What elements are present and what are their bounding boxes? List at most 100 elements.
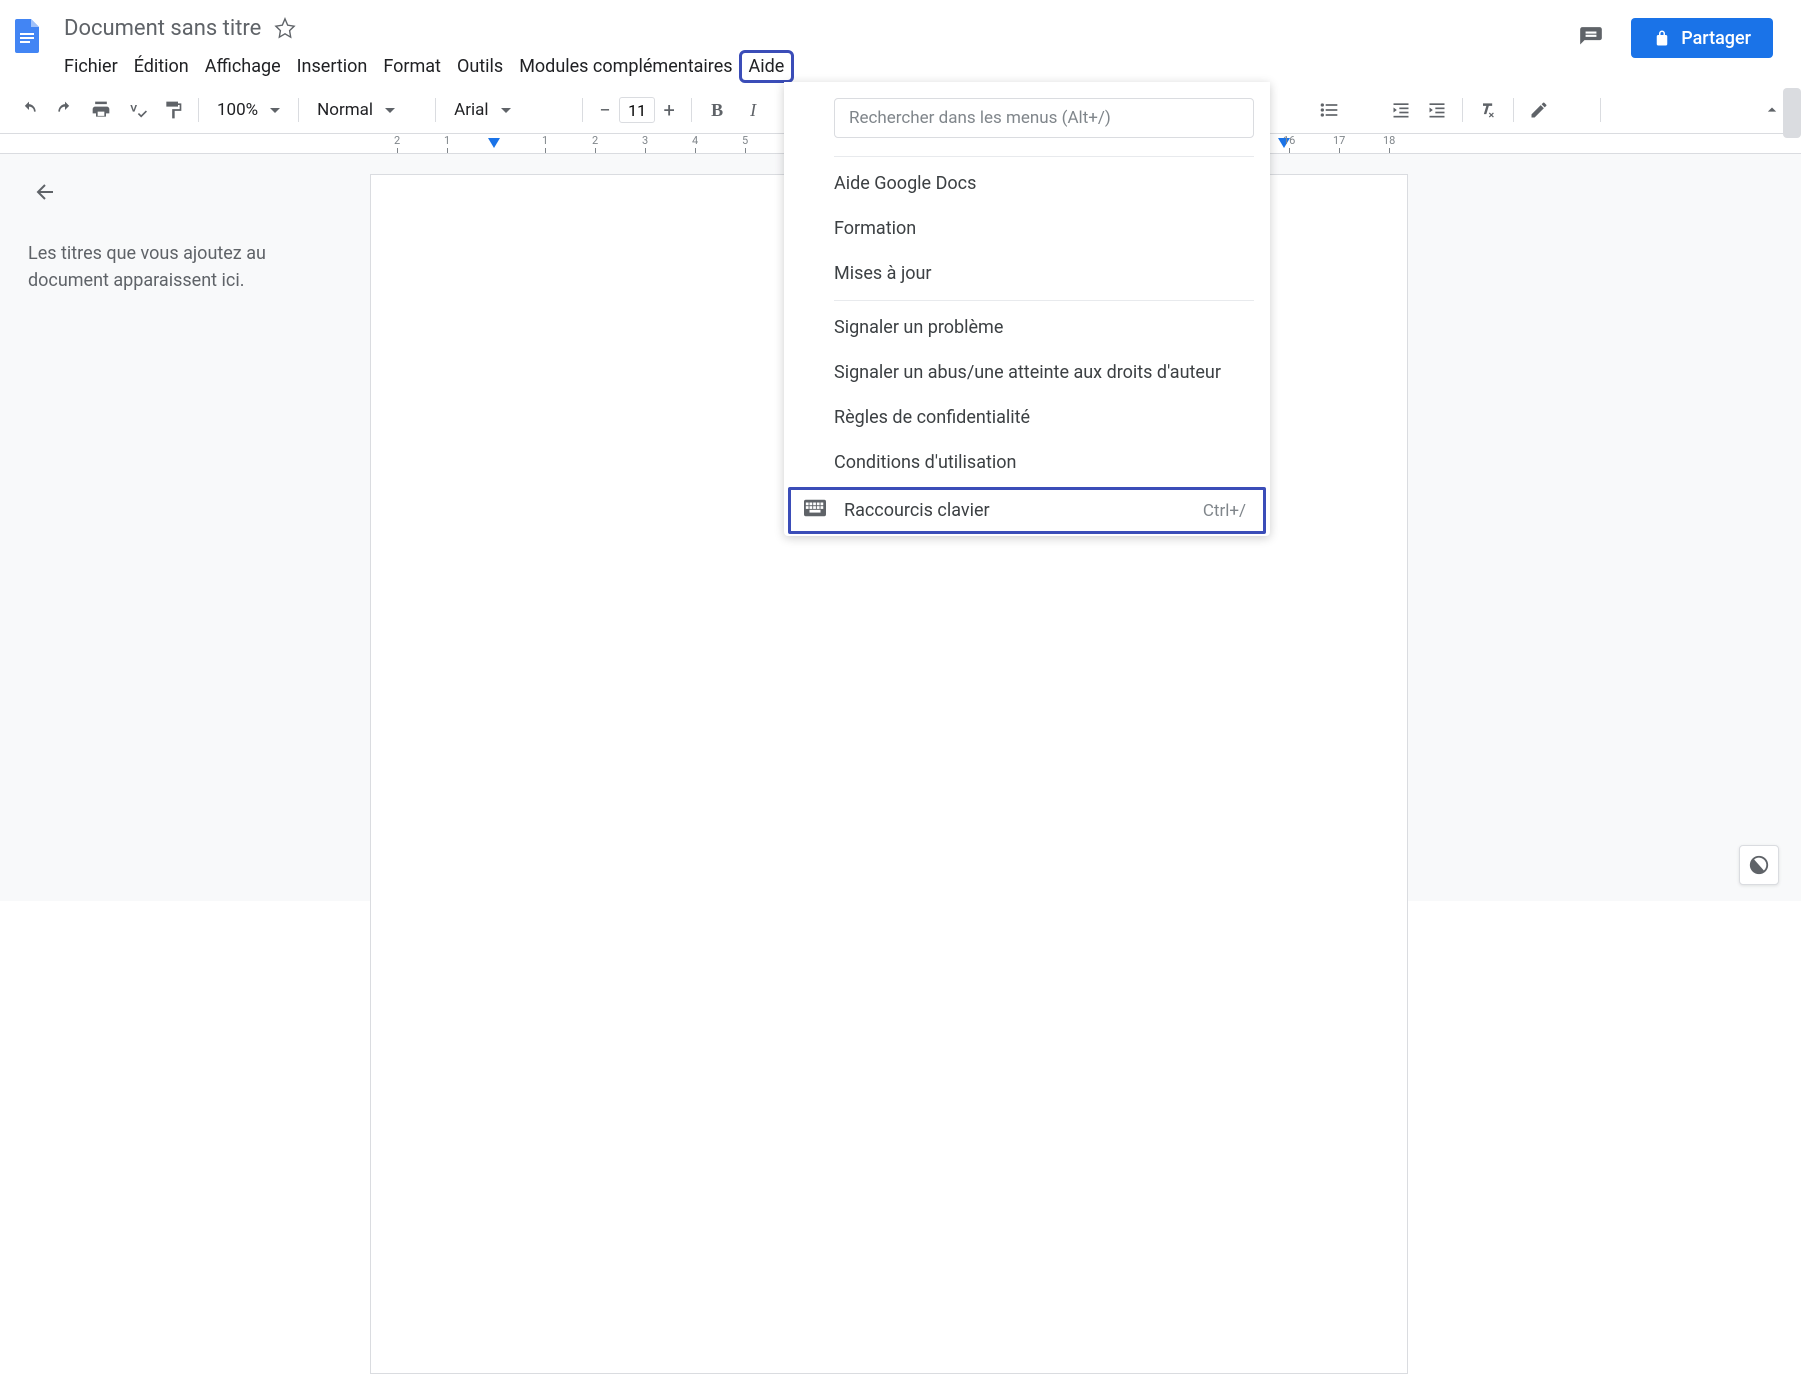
- toolbar-separator: [691, 98, 692, 122]
- help-report-abuse-item[interactable]: Signaler un abus/une atteinte aux droits…: [784, 350, 1270, 395]
- menu-help[interactable]: Aide: [741, 52, 793, 81]
- help-keyboard-shortcuts-item[interactable]: Raccourcis clavier Ctrl+/: [788, 487, 1266, 534]
- list-icon: [1319, 100, 1339, 120]
- menu-separator: [834, 300, 1254, 301]
- explore-icon: [1748, 854, 1770, 876]
- arrow-left-icon: [34, 180, 58, 204]
- paint-roller-icon: [163, 100, 183, 120]
- ruler-tick: 18: [1383, 134, 1395, 147]
- menu-edit[interactable]: Édition: [126, 52, 197, 81]
- menu-addons[interactable]: Modules complémentaires: [511, 52, 740, 81]
- ruler-tick: 1: [542, 134, 548, 147]
- menubar: Fichier Édition Affichage Insertion Form…: [56, 48, 1571, 84]
- ruler-tick: 3: [642, 134, 648, 147]
- font-size-group: − +: [591, 96, 683, 124]
- font-size-decrease[interactable]: −: [591, 96, 619, 124]
- font-size-increase[interactable]: +: [655, 96, 683, 124]
- menu-file[interactable]: Fichier: [56, 52, 126, 81]
- header-actions: Partager: [1571, 18, 1785, 58]
- ruler-tick: 16: [1283, 134, 1295, 147]
- editing-mode-dropdown[interactable]: [1558, 93, 1592, 127]
- indent-increase-icon: [1427, 100, 1447, 120]
- comments-button[interactable]: [1571, 18, 1611, 58]
- ruler-tick: 2: [394, 134, 400, 147]
- editing-mode-button[interactable]: [1522, 93, 1556, 127]
- zoom-value: 100%: [217, 100, 258, 120]
- list-dropdown[interactable]: [1348, 93, 1382, 127]
- spellcheck-icon: [127, 100, 147, 120]
- toolbar-separator: [198, 98, 199, 122]
- share-label: Partager: [1681, 28, 1751, 49]
- help-updates-item[interactable]: Mises à jour: [784, 251, 1270, 296]
- indent-marker[interactable]: [488, 138, 500, 148]
- italic-button[interactable]: I: [736, 93, 770, 127]
- toolbar-separator: [1600, 98, 1601, 122]
- clear-formatting-button[interactable]: [1471, 93, 1505, 127]
- help-menu-dropdown: Aide Google Docs Formation Mises à jour …: [784, 82, 1270, 536]
- help-privacy-item[interactable]: Règles de confidentialité: [784, 395, 1270, 440]
- help-training-item[interactable]: Formation: [784, 206, 1270, 251]
- lock-icon: [1653, 29, 1671, 47]
- title-area: Document sans titre Fichier Édition Affi…: [56, 8, 1571, 84]
- undo-button[interactable]: [12, 93, 46, 127]
- star-button[interactable]: [269, 12, 301, 44]
- chevron-down-icon: [501, 108, 511, 113]
- undo-icon: [19, 100, 39, 120]
- help-docs-item[interactable]: Aide Google Docs: [784, 161, 1270, 206]
- shortcuts-key: Ctrl+/: [1203, 501, 1246, 521]
- print-button[interactable]: [84, 93, 118, 127]
- menu-view[interactable]: Affichage: [197, 52, 289, 81]
- pencil-icon: [1529, 100, 1549, 120]
- redo-button[interactable]: [48, 93, 82, 127]
- indent-decrease-button[interactable]: [1384, 93, 1418, 127]
- ruler-tick: 5: [742, 134, 748, 147]
- document-outline: Les titres que vous ajoutez au document …: [0, 154, 300, 901]
- toolbar-separator: [435, 98, 436, 122]
- outline-empty-text: Les titres que vous ajoutez au document …: [28, 240, 272, 294]
- chevron-down-icon: [270, 108, 280, 113]
- toolbar-separator: [1462, 98, 1463, 122]
- menu-separator: [834, 156, 1254, 157]
- share-button[interactable]: Partager: [1631, 18, 1773, 58]
- explore-button[interactable]: [1739, 845, 1779, 885]
- toolbar-separator: [298, 98, 299, 122]
- more-dropdown[interactable]: [1276, 93, 1310, 127]
- menu-search-input[interactable]: [834, 98, 1254, 138]
- font-value: Arial: [454, 100, 488, 120]
- comment-icon: [1578, 25, 1604, 51]
- menu-format[interactable]: Format: [375, 52, 449, 81]
- indent-increase-button[interactable]: [1420, 93, 1454, 127]
- chevron-up-icon: [1762, 100, 1782, 120]
- print-icon: [91, 100, 111, 120]
- paint-format-button[interactable]: [156, 93, 190, 127]
- zoom-select[interactable]: 100%: [207, 93, 290, 127]
- shortcuts-label: Raccourcis clavier: [844, 500, 990, 521]
- scrollbar[interactable]: [1783, 88, 1801, 138]
- font-select[interactable]: Arial: [444, 93, 574, 127]
- style-value: Normal: [317, 100, 373, 120]
- bulleted-list-button[interactable]: [1312, 93, 1346, 127]
- menu-tools[interactable]: Outils: [449, 52, 511, 81]
- bold-button[interactable]: B: [700, 93, 734, 127]
- indent-decrease-icon: [1391, 100, 1411, 120]
- font-size-input[interactable]: [619, 97, 655, 123]
- keyboard-icon: [804, 499, 826, 522]
- star-icon: [274, 17, 296, 39]
- paragraph-style-select[interactable]: Normal: [307, 93, 427, 127]
- ruler-tick: 4: [692, 134, 698, 147]
- redo-icon: [55, 100, 75, 120]
- document-title[interactable]: Document sans titre: [56, 14, 269, 43]
- menu-insert[interactable]: Insertion: [289, 52, 376, 81]
- app-header: Document sans titre Fichier Édition Affi…: [0, 0, 1801, 86]
- ruler-tick: 2: [592, 134, 598, 147]
- help-report-problem-item[interactable]: Signaler un problème: [784, 305, 1270, 350]
- docs-logo[interactable]: [8, 8, 48, 62]
- chevron-down-icon: [385, 108, 395, 113]
- ruler-tick: 1: [444, 134, 450, 147]
- clear-format-icon: [1478, 100, 1498, 120]
- ruler-tick: 17: [1333, 134, 1345, 147]
- spellcheck-button[interactable]: [120, 93, 154, 127]
- help-terms-item[interactable]: Conditions d'utilisation: [784, 440, 1270, 485]
- toolbar-separator: [582, 98, 583, 122]
- outline-collapse-button[interactable]: [28, 174, 64, 210]
